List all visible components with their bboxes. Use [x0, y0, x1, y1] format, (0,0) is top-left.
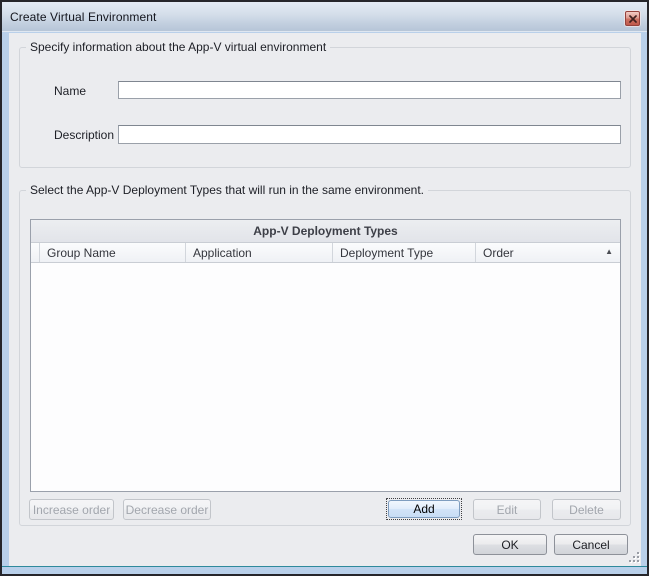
column-header-order[interactable]: Order ▲ [476, 243, 620, 262]
close-button[interactable] [625, 11, 640, 26]
resize-grip-icon[interactable] [629, 551, 641, 563]
deployment-group-label: Select the App-V Deployment Types that w… [26, 184, 428, 197]
deployment-types-table: App-V Deployment Types Group Name Applic… [30, 219, 621, 492]
column-header-select[interactable] [31, 243, 40, 262]
column-header-group-name[interactable]: Group Name [40, 243, 186, 262]
name-input[interactable] [118, 81, 621, 99]
add-button[interactable]: Add [386, 498, 462, 520]
table-title: App-V Deployment Types [31, 220, 620, 243]
frame-accent-line [2, 566, 647, 567]
titlebar[interactable]: Create Virtual Environment [2, 2, 647, 32]
description-label: Description [54, 128, 114, 142]
info-group-label: Specify information about the App-V virt… [26, 41, 330, 54]
delete-button[interactable]: Delete [552, 499, 621, 520]
dialog-body: Specify information about the App-V virt… [9, 33, 641, 566]
table-body[interactable] [31, 263, 620, 491]
name-label: Name [54, 84, 86, 98]
info-groupbox: Specify information about the App-V virt… [19, 47, 631, 168]
ok-button[interactable]: OK [473, 534, 547, 555]
edit-button[interactable]: Edit [473, 499, 541, 520]
cancel-button[interactable]: Cancel [554, 534, 628, 555]
window-title: Create Virtual Environment [10, 10, 156, 24]
sort-ascending-icon: ▲ [605, 248, 613, 256]
column-header-application[interactable]: Application [186, 243, 333, 262]
add-button-label: Add [388, 500, 460, 518]
column-header-row: Group Name Application Deployment Type O… [31, 243, 620, 263]
decrease-order-button[interactable]: Decrease order [123, 499, 211, 520]
description-input[interactable] [118, 125, 621, 144]
close-icon [629, 11, 637, 26]
column-header-deployment-type[interactable]: Deployment Type [333, 243, 476, 262]
increase-order-button[interactable]: Increase order [29, 499, 114, 520]
create-virtual-environment-dialog: Create Virtual Environment Specify infor… [0, 0, 649, 576]
column-header-order-label: Order [483, 246, 514, 260]
